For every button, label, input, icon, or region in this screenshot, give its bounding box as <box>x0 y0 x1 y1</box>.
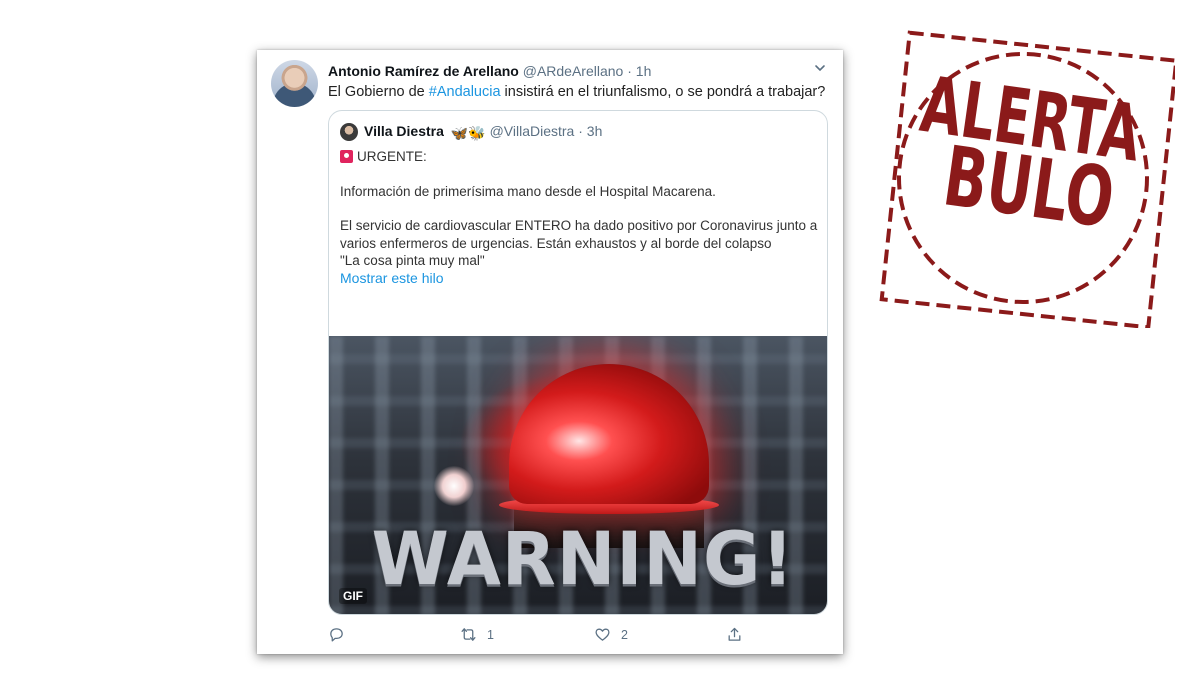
reply-button[interactable] <box>328 626 355 643</box>
butterfly-bee-emoji: 🦋🐝 <box>450 125 486 141</box>
urgent-text: URGENTE: <box>357 149 427 164</box>
quoted-paragraph-3: "La cosa pinta muy mal" <box>340 253 485 268</box>
quoted-time[interactable]: 3h <box>587 123 603 139</box>
gif-light-dot <box>434 466 474 506</box>
quoted-header: Villa Diestra 🦋🐝 @VillaDiestra · 3h <box>364 123 602 142</box>
chevron-down-icon[interactable] <box>813 61 827 75</box>
alerta-bulo-stamp: ALERTA BULO <box>879 30 1175 328</box>
tweet-text: El Gobierno de #Andalucia insistirá en e… <box>328 84 825 100</box>
hashtag-link[interactable]: #Andalucia <box>429 84 501 100</box>
author-avatar[interactable] <box>271 60 318 107</box>
quoted-paragraph-1: Información de primerísima mano desde el… <box>340 183 716 199</box>
tweet-time[interactable]: 1h <box>636 63 652 79</box>
header-separator: · <box>627 63 632 79</box>
quoted-body: URGENTE: Información de primerísima mano… <box>340 148 820 287</box>
author-name[interactable]: Antonio Ramírez de Arellano <box>328 63 519 79</box>
quoted-author-avatar[interactable] <box>340 123 358 141</box>
retweet-count: 1 <box>487 627 494 642</box>
urgent-line: URGENTE: <box>340 148 820 166</box>
tweet-text-after: insistirá en el triunfalismo, o se pondr… <box>500 84 826 100</box>
author-handle[interactable]: @ARdeArellano <box>523 63 624 79</box>
heart-icon <box>595 628 610 641</box>
quoted-tweet[interactable]: Villa Diestra 🦋🐝 @VillaDiestra · 3h URGE… <box>328 110 828 615</box>
tweet-card: Antonio Ramírez de Arellano @ARdeArellan… <box>257 50 843 654</box>
share-button[interactable] <box>726 626 743 643</box>
gif-badge: GIF <box>339 588 367 604</box>
tweet-header: Antonio Ramírez de Arellano @ARdeArellan… <box>328 63 651 79</box>
tweet-text-before: El Gobierno de <box>328 84 429 100</box>
warning-gif[interactable]: WARNING! GIF <box>329 336 827 614</box>
like-button[interactable]: 2 <box>594 626 628 643</box>
quoted-author-name[interactable]: Villa Diestra <box>364 123 444 139</box>
gif-caption: WARNING! <box>371 515 795 603</box>
reply-icon <box>330 628 343 642</box>
like-count: 2 <box>621 627 628 642</box>
show-thread-link[interactable]: Mostrar este hilo <box>340 270 820 288</box>
siren-icon <box>340 150 353 163</box>
retweet-icon <box>461 628 476 641</box>
retweet-button[interactable]: 1 <box>460 626 494 643</box>
quoted-paragraph-2: El servicio de cardiovascular ENTERO ha … <box>340 218 818 251</box>
quoted-author-handle[interactable]: @VillaDiestra <box>490 123 575 139</box>
share-icon <box>728 627 741 641</box>
quoted-separator: · <box>578 123 583 139</box>
